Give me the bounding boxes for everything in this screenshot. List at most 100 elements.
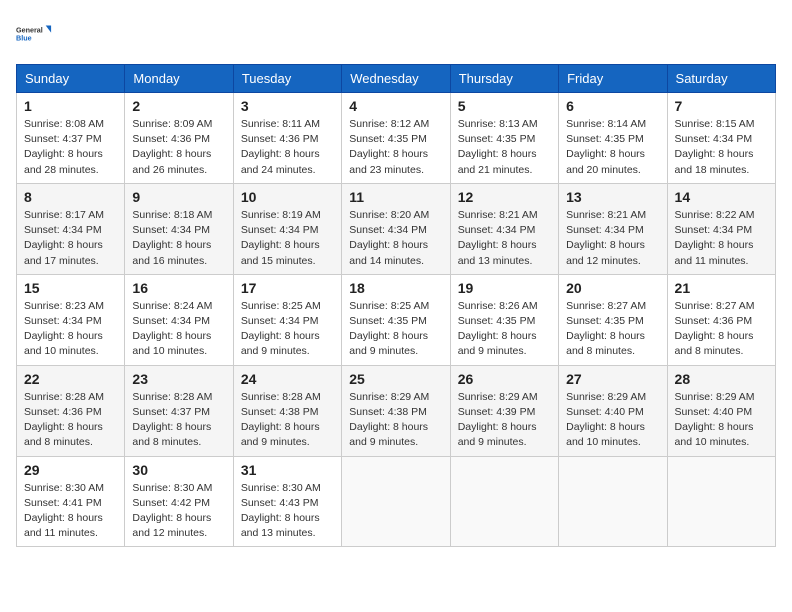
calendar-cell: 29 Sunrise: 8:30 AM Sunset: 4:41 PM Dayl… bbox=[17, 456, 125, 547]
calendar-cell bbox=[450, 456, 558, 547]
calendar-cell: 15 Sunrise: 8:23 AM Sunset: 4:34 PM Dayl… bbox=[17, 274, 125, 365]
day-number: 9 bbox=[132, 189, 225, 205]
calendar-cell: 14 Sunrise: 8:22 AM Sunset: 4:34 PM Dayl… bbox=[667, 183, 775, 274]
day-number: 12 bbox=[458, 189, 551, 205]
calendar-cell: 18 Sunrise: 8:25 AM Sunset: 4:35 PM Dayl… bbox=[342, 274, 450, 365]
day-of-week-header: Monday bbox=[125, 65, 233, 93]
day-number: 31 bbox=[241, 462, 334, 478]
day-of-week-header: Friday bbox=[559, 65, 667, 93]
calendar-cell: 13 Sunrise: 8:21 AM Sunset: 4:34 PM Dayl… bbox=[559, 183, 667, 274]
day-number: 21 bbox=[675, 280, 768, 296]
day-number: 7 bbox=[675, 98, 768, 114]
calendar-cell: 31 Sunrise: 8:30 AM Sunset: 4:43 PM Dayl… bbox=[233, 456, 341, 547]
calendar-cell: 17 Sunrise: 8:25 AM Sunset: 4:34 PM Dayl… bbox=[233, 274, 341, 365]
day-number: 1 bbox=[24, 98, 117, 114]
day-info: Sunrise: 8:25 AM Sunset: 4:35 PM Dayligh… bbox=[349, 299, 442, 360]
calendar-cell bbox=[667, 456, 775, 547]
calendar-cell: 21 Sunrise: 8:27 AM Sunset: 4:36 PM Dayl… bbox=[667, 274, 775, 365]
day-info: Sunrise: 8:26 AM Sunset: 4:35 PM Dayligh… bbox=[458, 299, 551, 360]
day-number: 26 bbox=[458, 371, 551, 387]
day-info: Sunrise: 8:18 AM Sunset: 4:34 PM Dayligh… bbox=[132, 208, 225, 269]
day-info: Sunrise: 8:28 AM Sunset: 4:37 PM Dayligh… bbox=[132, 390, 225, 451]
day-number: 25 bbox=[349, 371, 442, 387]
day-info: Sunrise: 8:09 AM Sunset: 4:36 PM Dayligh… bbox=[132, 117, 225, 178]
day-info: Sunrise: 8:20 AM Sunset: 4:34 PM Dayligh… bbox=[349, 208, 442, 269]
day-number: 16 bbox=[132, 280, 225, 296]
day-number: 28 bbox=[675, 371, 768, 387]
day-info: Sunrise: 8:21 AM Sunset: 4:34 PM Dayligh… bbox=[458, 208, 551, 269]
day-info: Sunrise: 8:21 AM Sunset: 4:34 PM Dayligh… bbox=[566, 208, 659, 269]
calendar-cell: 22 Sunrise: 8:28 AM Sunset: 4:36 PM Dayl… bbox=[17, 365, 125, 456]
calendar-cell: 25 Sunrise: 8:29 AM Sunset: 4:38 PM Dayl… bbox=[342, 365, 450, 456]
day-info: Sunrise: 8:23 AM Sunset: 4:34 PM Dayligh… bbox=[24, 299, 117, 360]
day-number: 23 bbox=[132, 371, 225, 387]
day-of-week-header: Saturday bbox=[667, 65, 775, 93]
day-number: 19 bbox=[458, 280, 551, 296]
day-info: Sunrise: 8:08 AM Sunset: 4:37 PM Dayligh… bbox=[24, 117, 117, 178]
calendar-week-row: 15 Sunrise: 8:23 AM Sunset: 4:34 PM Dayl… bbox=[17, 274, 776, 365]
day-number: 29 bbox=[24, 462, 117, 478]
day-number: 18 bbox=[349, 280, 442, 296]
calendar-week-row: 8 Sunrise: 8:17 AM Sunset: 4:34 PM Dayli… bbox=[17, 183, 776, 274]
day-of-week-header: Thursday bbox=[450, 65, 558, 93]
calendar-cell: 12 Sunrise: 8:21 AM Sunset: 4:34 PM Dayl… bbox=[450, 183, 558, 274]
calendar-cell: 24 Sunrise: 8:28 AM Sunset: 4:38 PM Dayl… bbox=[233, 365, 341, 456]
calendar-cell: 28 Sunrise: 8:29 AM Sunset: 4:40 PM Dayl… bbox=[667, 365, 775, 456]
day-number: 27 bbox=[566, 371, 659, 387]
day-info: Sunrise: 8:11 AM Sunset: 4:36 PM Dayligh… bbox=[241, 117, 334, 178]
svg-text:General: General bbox=[16, 26, 43, 35]
day-number: 4 bbox=[349, 98, 442, 114]
day-of-week-header: Wednesday bbox=[342, 65, 450, 93]
calendar-cell: 26 Sunrise: 8:29 AM Sunset: 4:39 PM Dayl… bbox=[450, 365, 558, 456]
day-number: 10 bbox=[241, 189, 334, 205]
calendar-cell: 23 Sunrise: 8:28 AM Sunset: 4:37 PM Dayl… bbox=[125, 365, 233, 456]
day-info: Sunrise: 8:28 AM Sunset: 4:36 PM Dayligh… bbox=[24, 390, 117, 451]
day-info: Sunrise: 8:13 AM Sunset: 4:35 PM Dayligh… bbox=[458, 117, 551, 178]
calendar-cell: 4 Sunrise: 8:12 AM Sunset: 4:35 PM Dayli… bbox=[342, 93, 450, 184]
day-of-week-header: Tuesday bbox=[233, 65, 341, 93]
day-number: 30 bbox=[132, 462, 225, 478]
day-info: Sunrise: 8:12 AM Sunset: 4:35 PM Dayligh… bbox=[349, 117, 442, 178]
day-number: 8 bbox=[24, 189, 117, 205]
calendar-cell: 5 Sunrise: 8:13 AM Sunset: 4:35 PM Dayli… bbox=[450, 93, 558, 184]
day-number: 22 bbox=[24, 371, 117, 387]
calendar-cell: 30 Sunrise: 8:30 AM Sunset: 4:42 PM Dayl… bbox=[125, 456, 233, 547]
calendar-cell: 20 Sunrise: 8:27 AM Sunset: 4:35 PM Dayl… bbox=[559, 274, 667, 365]
day-info: Sunrise: 8:29 AM Sunset: 4:38 PM Dayligh… bbox=[349, 390, 442, 451]
day-number: 24 bbox=[241, 371, 334, 387]
day-info: Sunrise: 8:28 AM Sunset: 4:38 PM Dayligh… bbox=[241, 390, 334, 451]
day-info: Sunrise: 8:19 AM Sunset: 4:34 PM Dayligh… bbox=[241, 208, 334, 269]
logo-icon: General Blue bbox=[16, 16, 52, 52]
day-info: Sunrise: 8:14 AM Sunset: 4:35 PM Dayligh… bbox=[566, 117, 659, 178]
day-info: Sunrise: 8:29 AM Sunset: 4:40 PM Dayligh… bbox=[566, 390, 659, 451]
day-number: 14 bbox=[675, 189, 768, 205]
calendar-cell: 16 Sunrise: 8:24 AM Sunset: 4:34 PM Dayl… bbox=[125, 274, 233, 365]
day-number: 2 bbox=[132, 98, 225, 114]
calendar-cell: 6 Sunrise: 8:14 AM Sunset: 4:35 PM Dayli… bbox=[559, 93, 667, 184]
calendar-week-row: 1 Sunrise: 8:08 AM Sunset: 4:37 PM Dayli… bbox=[17, 93, 776, 184]
day-number: 3 bbox=[241, 98, 334, 114]
day-info: Sunrise: 8:22 AM Sunset: 4:34 PM Dayligh… bbox=[675, 208, 768, 269]
day-number: 15 bbox=[24, 280, 117, 296]
calendar-cell: 27 Sunrise: 8:29 AM Sunset: 4:40 PM Dayl… bbox=[559, 365, 667, 456]
day-info: Sunrise: 8:30 AM Sunset: 4:43 PM Dayligh… bbox=[241, 481, 334, 542]
day-info: Sunrise: 8:30 AM Sunset: 4:42 PM Dayligh… bbox=[132, 481, 225, 542]
day-number: 13 bbox=[566, 189, 659, 205]
calendar-cell: 2 Sunrise: 8:09 AM Sunset: 4:36 PM Dayli… bbox=[125, 93, 233, 184]
calendar-cell: 10 Sunrise: 8:19 AM Sunset: 4:34 PM Dayl… bbox=[233, 183, 341, 274]
calendar-week-row: 29 Sunrise: 8:30 AM Sunset: 4:41 PM Dayl… bbox=[17, 456, 776, 547]
day-info: Sunrise: 8:15 AM Sunset: 4:34 PM Dayligh… bbox=[675, 117, 768, 178]
calendar-body: 1 Sunrise: 8:08 AM Sunset: 4:37 PM Dayli… bbox=[17, 93, 776, 547]
day-info: Sunrise: 8:29 AM Sunset: 4:40 PM Dayligh… bbox=[675, 390, 768, 451]
calendar-header-row: SundayMondayTuesdayWednesdayThursdayFrid… bbox=[17, 65, 776, 93]
day-info: Sunrise: 8:17 AM Sunset: 4:34 PM Dayligh… bbox=[24, 208, 117, 269]
day-number: 5 bbox=[458, 98, 551, 114]
calendar-cell: 11 Sunrise: 8:20 AM Sunset: 4:34 PM Dayl… bbox=[342, 183, 450, 274]
calendar-cell bbox=[559, 456, 667, 547]
calendar-cell: 8 Sunrise: 8:17 AM Sunset: 4:34 PM Dayli… bbox=[17, 183, 125, 274]
day-info: Sunrise: 8:25 AM Sunset: 4:34 PM Dayligh… bbox=[241, 299, 334, 360]
svg-text:Blue: Blue bbox=[16, 34, 32, 43]
day-info: Sunrise: 8:29 AM Sunset: 4:39 PM Dayligh… bbox=[458, 390, 551, 451]
day-of-week-header: Sunday bbox=[17, 65, 125, 93]
calendar-table: SundayMondayTuesdayWednesdayThursdayFrid… bbox=[16, 64, 776, 547]
